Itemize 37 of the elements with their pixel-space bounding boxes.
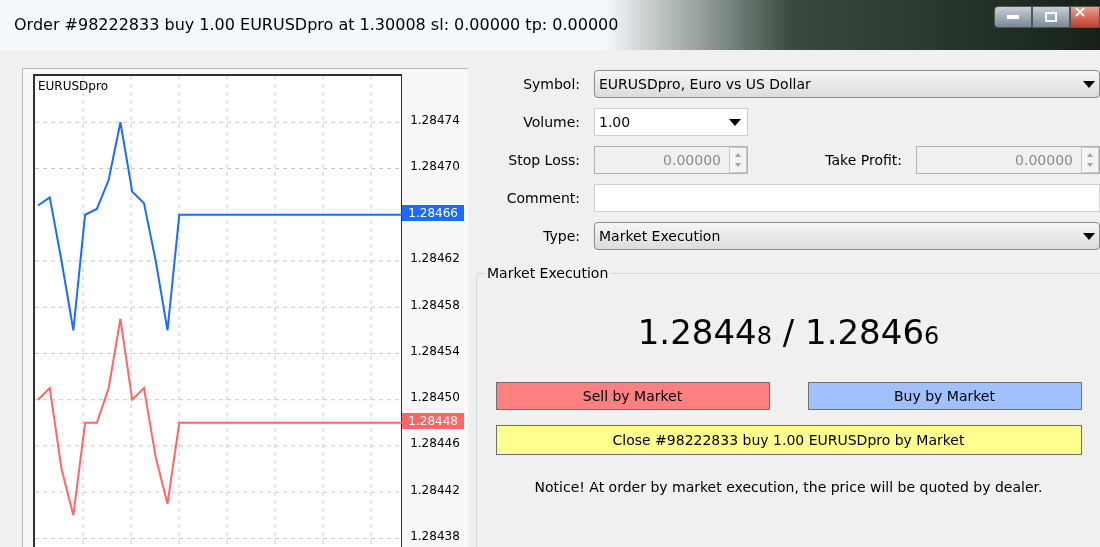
sell-button[interactable]: Sell by Market	[495, 382, 770, 410]
window-title: Order #98222833 buy 1.00 EURUSDpro at 1.30008 sl: 0.00000 tp: 0.00000	[13, 14, 619, 36]
field-label: Symbol:	[522, 74, 581, 94]
dropdown-caret-icon	[1083, 232, 1095, 240]
close-order-button[interactable]: Close #98222833 buy 1.00 EURUSDpro by Market	[495, 425, 1082, 455]
notice-text: Notice! At order by market execution, the price will be quoted by dealer.	[534, 478, 1043, 497]
minimize-button[interactable]	[994, 6, 1032, 28]
dropdown-caret-icon	[729, 118, 741, 126]
field-label: Comment:	[505, 188, 581, 208]
field-label: Type:	[542, 226, 581, 246]
type-dropdown[interactable]: Market Execution	[594, 222, 1100, 250]
price-tick-label: 1.28462	[410, 252, 460, 266]
price-tick-label: 1.28446	[410, 437, 460, 451]
price-tick-label: 1.28458	[410, 298, 460, 312]
field-label: Take Profit:	[824, 150, 903, 170]
close-icon	[1075, 7, 1085, 17]
maximize-button[interactable]	[1032, 6, 1070, 28]
price-tick-label: 1.28454	[410, 344, 460, 358]
dropdown-caret-icon	[1083, 80, 1095, 88]
price-quote: 1.28448 / 1.28466	[637, 312, 940, 354]
bid-price-badge: 1.28448	[402, 412, 465, 429]
price-tick-label: 1.28450	[410, 391, 460, 405]
price-tick-label: 1.28442	[410, 483, 460, 497]
volume-field[interactable]: 1.00	[594, 108, 748, 136]
buy-button[interactable]: Buy by Market	[807, 382, 1082, 410]
close-button[interactable]	[1070, 6, 1100, 28]
field-label: Stop Loss:	[507, 150, 581, 170]
field-label: Volume:	[522, 112, 581, 132]
minimize-icon	[1007, 15, 1019, 19]
price-tick-label: 1.28470	[410, 160, 460, 173]
symbol-dropdown[interactable]: EURUSDpro, Euro vs US Dollar	[594, 70, 1100, 98]
comment-field[interactable]	[594, 184, 1100, 212]
price-tick-label: 1.28438	[410, 529, 460, 543]
price-tick-label: 1.28474	[410, 113, 460, 127]
symbol-label: EURUSDpro	[38, 78, 108, 95]
maximize-icon	[1045, 12, 1057, 22]
ask-price-badge: 1.28466	[402, 204, 465, 221]
